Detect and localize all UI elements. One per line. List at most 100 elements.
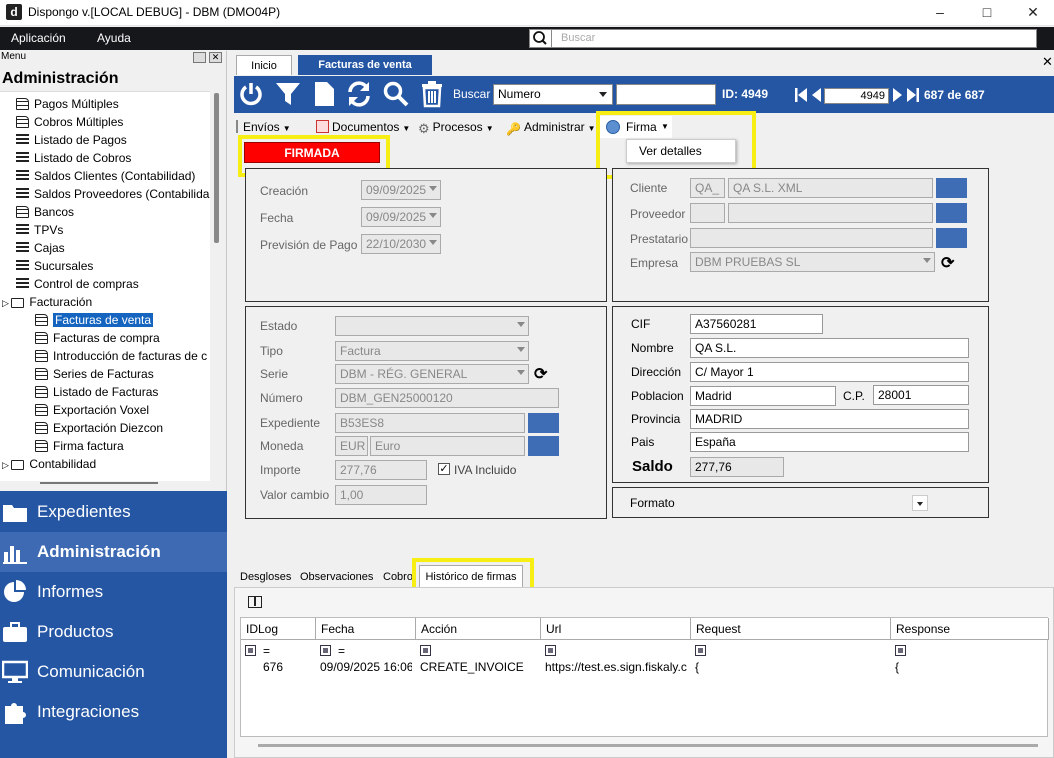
nav-item[interactable]: Productos [0, 612, 227, 652]
cliente-code-field[interactable]: QA_ [690, 178, 725, 198]
tree-item[interactable]: ▷ Contabilidad [2, 455, 96, 473]
filter-cell[interactable] [420, 644, 434, 658]
nav-item[interactable]: Integraciones [0, 692, 227, 732]
tree-item[interactable]: Saldos Proveedores (Contabilida [16, 185, 209, 203]
pais-field[interactable]: España [690, 432, 969, 452]
tab-desgloses[interactable]: Desgloses [240, 571, 291, 583]
global-search-input[interactable]: Buscar [529, 29, 1037, 48]
moneda-name-field[interactable]: Euro [370, 436, 525, 456]
expediente-lookup-button[interactable] [528, 413, 559, 433]
filter-icon[interactable] [695, 645, 706, 656]
filter-icon[interactable] [895, 645, 906, 656]
close-window-button[interactable]: ✕ [1010, 0, 1054, 26]
pin-icon[interactable] [193, 52, 206, 63]
grid-horizontal-scrollbar[interactable] [258, 744, 1038, 747]
column-header[interactable]: IDLog [241, 618, 316, 640]
cliente-lookup-button[interactable] [936, 178, 967, 198]
filter-icon[interactable] [320, 645, 331, 656]
tree-item[interactable]: Listado de Facturas [35, 383, 158, 401]
refresh-icon[interactable]: ⟳ [941, 253, 954, 273]
moneda-lookup-button[interactable] [528, 436, 559, 456]
envios-menu[interactable]: Envíos ▼ [236, 120, 291, 134]
expander-icon[interactable]: ▷ [2, 298, 11, 308]
filter-icon[interactable] [420, 645, 431, 656]
tree-item[interactable]: TPVs [16, 221, 63, 239]
tree-item[interactable]: Introducción de facturas de c [35, 347, 207, 365]
nombre-field[interactable]: QA S.L. [690, 338, 969, 358]
new-document-icon[interactable] [310, 80, 338, 108]
next-record-icon[interactable] [892, 87, 904, 103]
direccion-field[interactable]: C/ Mayor 1 [690, 362, 969, 382]
grid-cell[interactable]: { [695, 660, 887, 674]
previous-record-icon[interactable] [810, 87, 822, 103]
column-header[interactable]: Url [541, 618, 691, 640]
grid-cell[interactable]: { [895, 660, 1045, 674]
poblacion-field[interactable]: Madrid [690, 386, 836, 406]
tree-item[interactable]: Listado de Pagos [16, 131, 127, 149]
tree-item[interactable]: Cobros Múltiples [16, 113, 123, 131]
search-icon[interactable] [530, 30, 552, 47]
nav-item[interactable]: Administración [0, 532, 227, 572]
serie-select[interactable]: DBM - RÉG. GENERAL [335, 364, 529, 384]
filter-icon[interactable] [545, 645, 556, 656]
grid-cell[interactable]: CREATE_INVOICE [420, 660, 537, 674]
tab-observaciones[interactable]: Observaciones [300, 571, 373, 583]
tipo-select[interactable]: Factura [335, 341, 529, 361]
tree-item[interactable]: Series de Facturas [35, 365, 154, 383]
tab-inicio[interactable]: Inicio [236, 55, 292, 75]
grid-cell[interactable]: 09/09/2025 16:06 [320, 660, 412, 674]
tab-cobro[interactable]: Cobro [383, 571, 413, 583]
search-value-input[interactable] [616, 84, 716, 105]
filter-icon[interactable] [274, 80, 302, 108]
estado-select[interactable] [335, 316, 529, 336]
filter-cell[interactable]: = [320, 644, 345, 658]
cif-field[interactable]: A37560281 [690, 314, 823, 334]
column-header[interactable]: Acción [416, 618, 541, 640]
formato-select[interactable] [912, 495, 928, 511]
provincia-field[interactable]: MADRID [690, 409, 969, 429]
grid-cell[interactable]: https://test.es.sign.fiskaly.c... [545, 660, 687, 674]
tree-item[interactable]: Bancos [16, 203, 74, 221]
close-sidebar-icon[interactable]: ✕ [209, 52, 222, 63]
valor-cambio-field[interactable]: 1,00 [335, 485, 427, 505]
maximize-button[interactable]: □ [964, 0, 1010, 26]
moneda-code-field[interactable]: EUR [335, 436, 368, 456]
close-tab-icon[interactable]: ✕ [1042, 54, 1053, 70]
tree-scrollbar[interactable] [214, 93, 219, 243]
expediente-field[interactable]: B53ES8 [335, 413, 525, 433]
tree-item[interactable]: Control de compras [16, 275, 139, 293]
administrar-menu[interactable]: 🔑 Administrar ▼ [506, 120, 596, 136]
column-chooser-icon[interactable] [248, 596, 262, 608]
refresh-icon[interactable]: ⟳ [534, 364, 547, 384]
prestatario-field[interactable] [690, 228, 933, 248]
importe-field[interactable]: 277,76 [335, 460, 427, 480]
cliente-name-field[interactable]: QA S.L. XML [728, 178, 933, 198]
nav-item[interactable]: Comunicación [0, 652, 227, 692]
empresa-select[interactable]: DBM PRUEBAS SL [690, 252, 935, 272]
filter-cell[interactable] [545, 644, 559, 658]
numero-field[interactable]: DBM_GEN25000120 [335, 388, 559, 408]
proveedor-code-field[interactable] [690, 203, 725, 223]
tree-item[interactable]: Firma factura [35, 437, 124, 455]
documentos-menu[interactable]: Documentos ▼ [316, 120, 410, 134]
filter-cell[interactable] [895, 644, 909, 658]
filter-cell[interactable] [695, 644, 709, 658]
trash-icon[interactable] [418, 80, 446, 108]
column-header[interactable]: Fecha [316, 618, 416, 640]
proveedor-name-field[interactable] [728, 203, 933, 223]
tree-item[interactable]: Cajas [16, 239, 65, 257]
search-icon[interactable] [382, 80, 410, 108]
tree-item[interactable]: Sucursales [16, 257, 93, 275]
refresh-icon[interactable] [345, 80, 373, 108]
tree-item[interactable]: Exportación Diezcon [35, 419, 163, 437]
fecha-field[interactable]: 09/09/2025 [361, 207, 441, 227]
proveedor-lookup-button[interactable] [936, 203, 967, 223]
cp-field[interactable]: 28001 [873, 385, 969, 405]
record-number-input[interactable]: 4949 [824, 88, 889, 104]
first-record-icon[interactable] [794, 87, 808, 103]
tree-item[interactable]: Facturas de venta [35, 311, 154, 329]
search-field-select[interactable]: Numero [493, 84, 613, 105]
column-header[interactable]: Request [691, 618, 891, 640]
minimize-button[interactable]: – [917, 0, 963, 26]
filter-cell[interactable]: = [245, 644, 270, 658]
